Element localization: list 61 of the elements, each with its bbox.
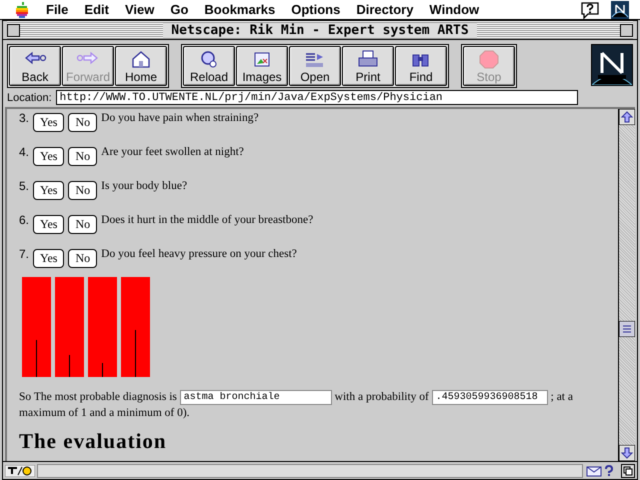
scroll-thumb-icon[interactable] [619,321,635,337]
question-text: Are your feet swollen at night? [101,146,244,158]
zoom-box-icon[interactable] [620,24,634,36]
question-number: 5. [19,179,30,193]
menu-item[interactable]: View [116,2,162,17]
toolbar-button[interactable]: Reload [183,46,235,86]
scroll-down-icon[interactable] [619,445,635,461]
no-button[interactable]: No [68,181,98,200]
probability-field[interactable]: .4593059936908518 [432,390,548,405]
menu-item[interactable]: File [38,2,76,17]
menu-item[interactable]: Options [283,2,348,17]
question-text: Does it hurt in the middle of your breastbone? [101,214,314,226]
print-icon [356,49,380,69]
menu-item[interactable]: Directory [348,2,422,17]
question-number: 7. [19,247,30,261]
diagnosis-field[interactable]: astma bronchiale [180,390,332,405]
no-button[interactable]: No [68,215,98,234]
menu-item[interactable]: Window [421,2,488,17]
toolbar-button[interactable]: Print [342,46,394,86]
question-number: 4. [19,145,30,159]
toolbar-button[interactable]: Back [9,46,61,86]
yes-button[interactable]: Yes [33,249,64,268]
app-menu-icon[interactable] [610,0,630,18]
section-heading: The evaluation [19,429,168,453]
no-button[interactable]: No [68,113,98,132]
yes-button[interactable]: Yes [33,147,64,166]
question-text: Is your body blue? [101,180,188,192]
question-number: 3. [19,111,30,125]
menu-item[interactable]: Edit [76,2,117,17]
yes-button[interactable]: Yes [33,215,64,234]
toolbar-button[interactable]: Find [395,46,447,86]
netscape-logo-icon[interactable] [591,44,633,86]
location-label: Location: [7,92,52,104]
resize-icon[interactable] [621,464,635,478]
no-button[interactable]: No [68,147,98,166]
no-button[interactable]: No [68,249,98,268]
stop-icon [477,49,501,69]
toolbar-button[interactable]: Images [236,46,288,86]
help-icon[interactable] [605,464,613,476]
apple-logo-icon[interactable] [14,2,30,18]
question-text: Do you have pain when straining? [101,112,259,124]
diagnosis-text: So The most probable diagnosis is [19,391,177,403]
yes-button[interactable]: Yes [33,113,64,132]
toolbar-button[interactable]: Home [115,46,167,86]
range-text: maximum of 1 and a minimum of 0). [19,406,190,421]
question-text: Do you feel heavy pressure on your chest? [101,248,297,260]
mail-icon[interactable] [586,466,602,476]
menu-item[interactable]: Bookmarks [196,2,284,17]
toolbar-button[interactable]: Open [289,46,341,86]
security-key-icon[interactable] [5,464,35,476]
help-icon[interactable] [580,0,600,18]
question-number: 6. [19,213,30,227]
close-box-icon[interactable] [7,24,20,36]
probability-text: with a probability of [334,391,429,403]
location-field[interactable]: http://WWW.TO.UTWENTE.NL/prj/min/Java/ExpSystems/Physician [56,90,578,105]
scroll-up-icon[interactable] [619,109,635,125]
range-text: ; at a [550,391,573,403]
yes-button[interactable]: Yes [33,181,64,200]
window-title: Netscape: Rik Min - Expert system ARTS [163,22,477,38]
menu-item[interactable]: Go [162,2,196,17]
scrollbar[interactable] [618,109,635,461]
